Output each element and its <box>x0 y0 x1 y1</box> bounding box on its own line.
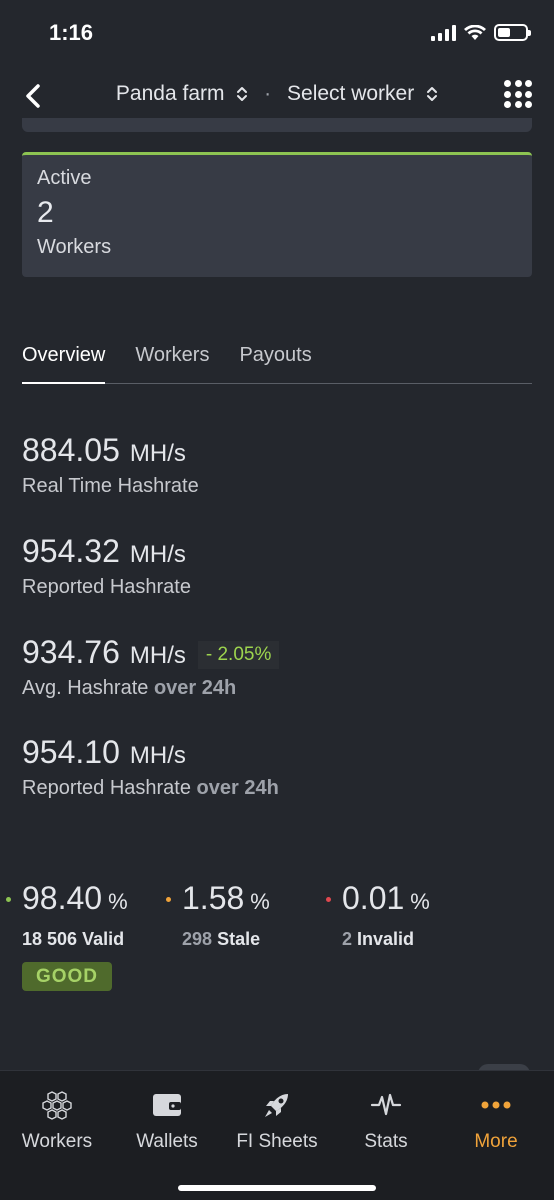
reported-hashrate-24h: 954.10 MH/s Reported Hashrate over 24h <box>22 734 279 800</box>
reported-hashrate: 954.32 MH/s Reported Hashrate <box>22 533 191 599</box>
grid-menu-icon[interactable] <box>504 80 532 108</box>
stat-label: Real Time Hashrate <box>22 475 199 497</box>
stat-label-text: Avg. Hashrate <box>22 677 149 699</box>
status-badge: GOOD <box>22 962 112 991</box>
signal-icon <box>431 24 456 41</box>
status-icons <box>431 24 531 41</box>
active-workers-card: Active 2 Workers <box>22 152 532 277</box>
share-pct: 1.58 <box>182 880 245 916</box>
share-count: 18 506 <box>22 929 78 949</box>
share-count: 2 <box>342 929 353 949</box>
chevron-updown-icon <box>427 87 438 102</box>
tabbar-stats[interactable]: Stats <box>331 1089 441 1153</box>
tab-overview[interactable]: Overview <box>22 330 106 384</box>
tab-workers[interactable]: Workers <box>135 330 209 384</box>
nav-bar: Panda farm · Select worker <box>0 70 554 122</box>
stat-label: Avg. Hashrate over 24h <box>22 677 279 700</box>
nav-separator: · <box>264 82 272 105</box>
status-bar: 1:16 <box>0 0 554 70</box>
tabbar-more[interactable]: More <box>441 1089 551 1153</box>
share-pct: 98.40 <box>22 880 103 916</box>
active-label: Active <box>37 167 92 189</box>
chevron-updown-icon <box>237 87 248 102</box>
stat-label-text: Reported Hashrate <box>22 777 191 799</box>
stat-label: Reported Hashrate <box>22 576 191 598</box>
stat-value: 954.10 <box>22 734 120 770</box>
average-hashrate: 934.76 MH/s - 2.05% Avg. Hashrate over 24h <box>22 634 280 700</box>
status-time: 1:16 <box>49 20 94 45</box>
stat-value: 884.05 <box>22 432 120 468</box>
stat-label: Reported Hashrate over 24h <box>22 777 279 800</box>
delta-badge: - 2.05% <box>197 641 280 669</box>
bottom-tab-bar: Workers Wallets FI Sheets Stats More <box>0 1070 554 1200</box>
stat-value: 954.32 <box>22 533 120 569</box>
share-count: 298 <box>182 929 213 949</box>
wifi-icon <box>464 24 486 40</box>
worker-name: Select worker <box>287 82 415 105</box>
stale-dot-icon <box>166 897 171 902</box>
tabbar-wallets[interactable]: Wallets <box>112 1089 222 1153</box>
section-tabs: Overview Workers Payouts <box>22 330 532 384</box>
stat-value: 934.76 <box>22 634 120 670</box>
nav-selectors: Panda farm · Select worker <box>0 82 554 106</box>
tabbar-label: More <box>474 1131 518 1152</box>
active-count: 2 <box>37 196 54 229</box>
active-sub: Workers <box>37 236 112 258</box>
real-time-hashrate: 884.05 MH/s Real Time Hashrate <box>22 432 199 498</box>
stat-unit: MH/s <box>129 642 186 669</box>
tabbar-label: Wallets <box>136 1131 198 1152</box>
pulse-icon <box>370 1093 402 1116</box>
stat-unit: MH/s <box>129 440 186 467</box>
share-label: Invalid <box>357 929 415 949</box>
share-label: Stale <box>217 929 261 949</box>
share-label: Valid <box>82 929 125 949</box>
wallet-icon <box>153 1094 181 1116</box>
stat-period: over 24h <box>196 777 279 799</box>
farm-selector[interactable]: Panda farm <box>116 82 254 105</box>
stat-period: over 24h <box>153 677 237 699</box>
farm-name: Panda farm <box>115 82 225 105</box>
more-dots-icon <box>481 1101 511 1109</box>
tabbar-label: FI Sheets <box>236 1131 318 1152</box>
valid-shares: 98.40% 18 506 Valid <box>6 880 128 950</box>
invalid-shares: 0.01% 2 Invalid <box>326 880 430 950</box>
home-indicator[interactable] <box>178 1185 376 1191</box>
tabbar-fi-sheets[interactable]: FI Sheets <box>222 1089 332 1153</box>
stale-shares: 1.58% 298 Stale <box>166 880 270 950</box>
rocket-icon <box>265 1094 288 1117</box>
card-edge <box>22 118 532 132</box>
share-pct: 0.01 <box>342 880 405 916</box>
valid-dot-icon <box>6 897 11 902</box>
battery-icon <box>494 24 531 41</box>
share-unit: % <box>250 889 270 914</box>
hexagons-icon <box>42 1091 72 1120</box>
stat-unit: MH/s <box>129 541 186 568</box>
tab-payouts[interactable]: Payouts <box>239 330 311 384</box>
stat-unit: MH/s <box>129 742 186 769</box>
tabbar-label: Workers <box>21 1131 93 1152</box>
tabbar-label: Stats <box>364 1131 408 1152</box>
tabbar-workers[interactable]: Workers <box>2 1089 112 1153</box>
share-unit: % <box>410 889 430 914</box>
invalid-dot-icon <box>326 897 331 902</box>
worker-selector[interactable]: Select worker <box>287 82 438 105</box>
share-unit: % <box>108 889 128 914</box>
